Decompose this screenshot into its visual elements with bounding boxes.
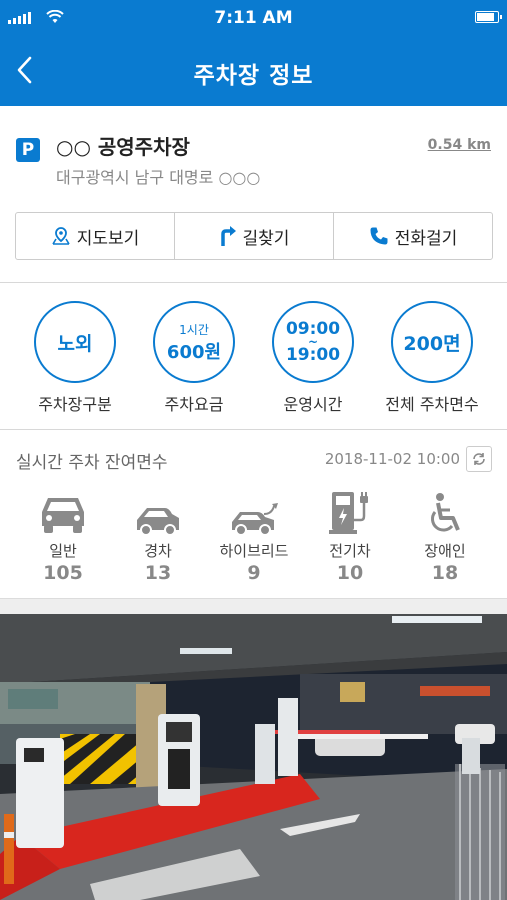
hours-item: 09:00 ~ 19:00 운영시간 — [253, 301, 373, 415]
lot-summary: 노외 주차장구분 1시간 600원 주차요금 09:00 ~ 19:00 운영시… — [0, 283, 507, 429]
lot-type-item: 노외 주차장구분 — [15, 301, 135, 415]
total-spaces-circle: 200면 — [391, 301, 473, 383]
phone-icon — [370, 227, 388, 245]
vehicle-disabled-label: 장애인 — [424, 542, 466, 560]
directions-button[interactable]: 길찾기 — [174, 213, 333, 259]
vehicle-disabled-count: 18 — [431, 562, 459, 584]
vehicle-hybrid-count: 9 — [247, 562, 261, 584]
vehicle-general: 일반 105 — [13, 490, 113, 584]
refresh-button[interactable] — [466, 446, 492, 472]
status-time: 7:11 AM — [214, 8, 293, 28]
fee-circle: 1시간 600원 — [153, 301, 235, 383]
vehicle-compact-count: 13 — [144, 562, 172, 584]
hours-close: 19:00 — [285, 345, 341, 365]
fee-value: 600원 — [166, 341, 222, 363]
vehicle-hybrid: 하이브리드 9 — [204, 490, 304, 584]
hybrid-car-icon — [232, 503, 278, 536]
vehicle-electric-label: 전기차 — [329, 542, 371, 560]
fee-item: 1시간 600원 주차요금 — [134, 301, 254, 415]
parking-entrance-image — [0, 614, 507, 900]
vehicle-compact: 경차 13 — [108, 490, 208, 584]
vehicle-compact-label: 경차 — [144, 542, 172, 560]
total-spaces-item: 200면 전체 주차면수 — [372, 301, 492, 415]
ev-charger-icon — [329, 492, 368, 534]
action-bar: 지도보기 길찾기 전화걸기 — [15, 212, 493, 260]
hours-circle: 09:00 ~ 19:00 — [272, 301, 354, 383]
call-label: 전화걸기 — [394, 228, 458, 249]
wheelchair-icon — [431, 493, 460, 532]
directions-label: 길찾기 — [242, 228, 290, 249]
hours-label: 운영시간 — [283, 395, 343, 414]
vehicle-general-count: 105 — [43, 562, 83, 584]
fee-unit: 1시간 — [179, 322, 209, 337]
map-view-button[interactable]: 지도보기 — [16, 213, 174, 259]
parking-lot-photo — [0, 614, 507, 900]
lot-type-label: 주차장구분 — [38, 395, 112, 414]
lot-type-value: 노외 — [57, 332, 93, 355]
vehicle-hybrid-label: 하이브리드 — [219, 542, 289, 560]
status-bar: 7:11 AM — [0, 0, 507, 36]
realtime-timestamp: 2018-11-02 10:00 — [324, 450, 460, 468]
car-icon — [42, 498, 84, 533]
app-header: 7:11 AM 주차장 정보 — [0, 0, 507, 106]
lot-distance: 0.54 km — [427, 137, 491, 153]
refresh-icon — [473, 453, 485, 465]
parking-icon: P — [16, 138, 40, 162]
section-divider — [0, 429, 507, 430]
total-spaces-label: 전체 주차면수 — [385, 395, 479, 414]
vehicle-disabled: 장애인 18 — [395, 490, 495, 584]
section-spacer — [0, 598, 507, 614]
lot-name: ○○ 공영주차장 — [56, 135, 190, 159]
lot-address: 대구광역시 남구 대명로 ○○○ — [56, 168, 261, 187]
total-spaces-value: 200면 — [403, 332, 461, 355]
map-pin-icon — [52, 227, 70, 245]
page-title: 주차장 정보 — [193, 63, 314, 89]
vehicle-electric-count: 10 — [336, 562, 364, 584]
call-button[interactable]: 전화걸기 — [333, 213, 492, 259]
lot-type-circle: 노외 — [34, 301, 116, 383]
vehicle-general-label: 일반 — [49, 542, 77, 560]
fee-label: 주차요금 — [164, 395, 224, 414]
map-view-label: 지도보기 — [76, 228, 140, 249]
vehicle-electric: 전기차 10 — [300, 490, 400, 584]
realtime-title: 실시간 주차 잔여면수 — [16, 453, 168, 473]
directions-icon — [220, 226, 236, 246]
compact-car-icon — [137, 508, 179, 536]
battery-icon — [475, 11, 502, 23]
